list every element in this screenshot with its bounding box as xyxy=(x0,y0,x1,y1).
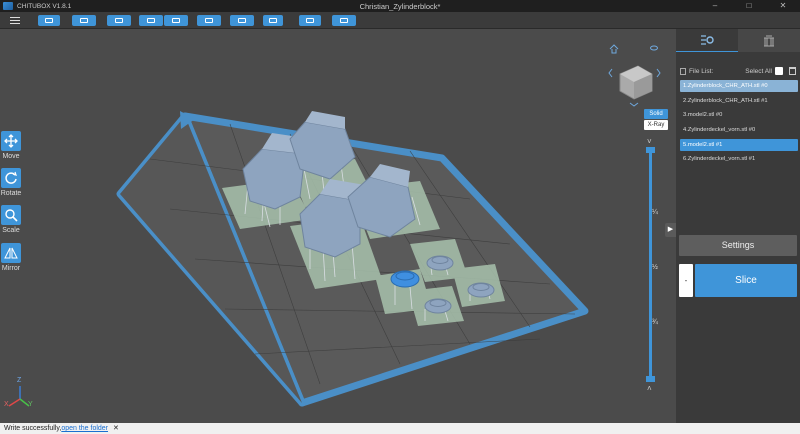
file-list: 1.Zylinderblock_CHR_ATH.stl #0 2.Zylinde… xyxy=(680,80,798,168)
slider-bottom-handle[interactable] xyxy=(646,376,655,382)
slider-down-arrow[interactable]: ˅ xyxy=(647,137,652,146)
slider-half-label: ½ xyxy=(652,264,658,271)
axis-indicator xyxy=(8,386,30,407)
select-all-checkbox[interactable] xyxy=(775,67,783,75)
right-panel: File List: Select All 1.Zylinderblock_CH… xyxy=(676,29,800,423)
rotate-tool[interactable]: Rotate xyxy=(0,168,22,197)
app-name: CHITUBOX V1.8.1 xyxy=(17,2,72,10)
file-list-item[interactable]: 6.Zylinderdeckel_vorn.stl #1 xyxy=(680,153,798,165)
slider-three-quarter-label: ¾ xyxy=(652,319,658,326)
scale-icon xyxy=(5,209,18,222)
toolbar xyxy=(0,12,800,29)
title-bar: CHITUBOX V1.8.1 Christian_Zylinderblock*… xyxy=(0,0,800,12)
rotate-icon xyxy=(5,171,17,184)
file-list-icon xyxy=(680,67,686,75)
maximize-button[interactable]: □ xyxy=(732,0,766,12)
export-icon xyxy=(340,18,348,23)
y-axis-label: Y xyxy=(28,401,33,408)
undo-button[interactable] xyxy=(139,15,163,26)
open-file-icon xyxy=(45,18,53,23)
open-folder-link[interactable]: open the folder xyxy=(61,425,108,432)
frame-icon xyxy=(306,18,314,23)
redo-button[interactable] xyxy=(164,15,188,26)
move-label: Move xyxy=(2,153,20,160)
drip-button[interactable] xyxy=(263,15,283,26)
mirror-label: Mirror xyxy=(1,265,21,272)
support-button[interactable] xyxy=(197,15,221,26)
solid-view-button[interactable]: Solid xyxy=(644,109,668,119)
save-file-icon xyxy=(80,18,88,23)
file-list-item[interactable]: 4.Zylinderdeckel_vorn.stl #0 xyxy=(680,124,798,136)
support-icon xyxy=(205,18,213,23)
scale-label: Scale xyxy=(2,227,20,234)
frame-button[interactable] xyxy=(299,15,321,26)
file-list-item[interactable]: 1.Zylinderblock_CHR_ATH.stl #0 xyxy=(680,80,798,92)
hamburger-menu-icon[interactable] xyxy=(10,15,20,25)
settings-button[interactable]: Settings xyxy=(679,235,797,256)
hollow-button[interactable] xyxy=(230,15,254,26)
slider-up-arrow[interactable]: ˄ xyxy=(647,384,652,393)
build-plate-scene xyxy=(8,44,661,407)
file-list-item[interactable]: 5.model2.stl #1 xyxy=(680,138,798,151)
close-status-icon[interactable]: ✕ xyxy=(113,425,119,432)
panel-collapse-toggle[interactable]: ▶ xyxy=(665,223,676,237)
slice-button[interactable]: Slice xyxy=(695,264,797,297)
gear-icon xyxy=(701,35,714,45)
3d-viewport[interactable]: Z X Y Move Rotate Scale Mirror Solid X-R… xyxy=(0,29,676,423)
hollow-icon xyxy=(238,18,246,23)
move-tool[interactable]: Move xyxy=(0,131,22,160)
save-file-button[interactable] xyxy=(72,15,96,26)
select-all-label: Select All xyxy=(745,67,772,75)
undo-icon xyxy=(147,18,155,23)
file-list-header: File List: Select All xyxy=(680,66,796,76)
file-list-item[interactable]: 3.model2.stl #0 xyxy=(680,109,798,121)
open-file-button[interactable] xyxy=(38,15,60,26)
chitubox-logo-icon xyxy=(3,2,13,10)
document-title: Christian_Zylinderblock* xyxy=(359,1,441,11)
z-axis-label: Z xyxy=(17,377,22,384)
trash-icon[interactable] xyxy=(789,67,796,75)
mirror-icon xyxy=(4,247,18,259)
file-list-label: File List: xyxy=(689,67,714,75)
xray-view-button[interactable]: X-Ray xyxy=(644,120,668,130)
status-bar: Write successfully,open the folder ✕ xyxy=(0,423,800,434)
drip-icon xyxy=(269,18,277,23)
close-button[interactable]: ✕ xyxy=(766,0,800,12)
redo-icon xyxy=(172,18,180,23)
slider-quarter-label: ¼ xyxy=(652,209,658,216)
tab-printer[interactable] xyxy=(738,29,800,52)
status-message: Write successfully, xyxy=(4,425,62,432)
file-list-item[interactable]: 2.Zylinderblock_CHR_ATH.stl #1 xyxy=(680,95,798,107)
minimize-button[interactable]: – xyxy=(698,0,732,12)
tab-settings[interactable] xyxy=(676,29,738,52)
layout-button[interactable] xyxy=(107,15,131,26)
layout-icon xyxy=(115,18,123,23)
scale-tool[interactable]: Scale xyxy=(0,205,22,234)
view-cube[interactable] xyxy=(619,65,653,100)
mirror-tool[interactable]: Mirror xyxy=(0,243,22,272)
export-button[interactable] xyxy=(332,15,356,26)
move-icon xyxy=(4,134,18,148)
slice-options-button[interactable]: - xyxy=(679,264,693,297)
x-axis-label: X xyxy=(4,401,9,408)
rotate-label: Rotate xyxy=(0,190,22,197)
printer-icon xyxy=(764,35,774,46)
